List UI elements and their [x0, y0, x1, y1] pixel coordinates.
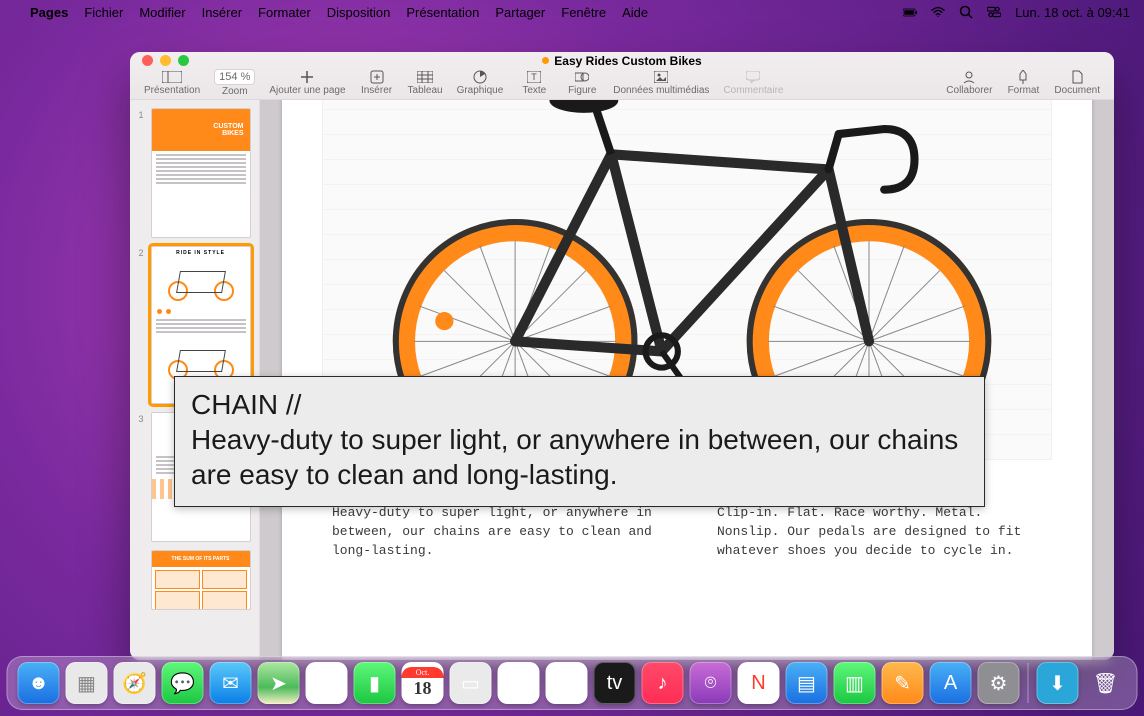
table-icon — [414, 70, 436, 84]
dock-numbers[interactable]: ▥ — [834, 662, 876, 704]
dock-contacts[interactable]: ▭ — [450, 662, 492, 704]
dock-launchpad[interactable]: ▦ — [66, 662, 108, 704]
menubar: Pages Fichier Modifier Insérer Formater … — [0, 0, 1144, 24]
dock-maps[interactable]: ➤ — [258, 662, 300, 704]
dock-reminders[interactable]: ☲ — [498, 662, 540, 704]
menu-edit[interactable]: Modifier — [139, 5, 185, 20]
hover-head: CHAIN // — [191, 387, 968, 422]
tool-shape[interactable]: Figure — [565, 70, 599, 96]
dock-finder[interactable]: ☻ — [18, 662, 60, 704]
tool-collab[interactable]: Collaborer — [946, 70, 992, 96]
maximize-button[interactable] — [178, 55, 189, 66]
dock-pages[interactable]: ✎ — [882, 662, 924, 704]
app-menu[interactable]: Pages — [30, 5, 68, 20]
menu-format[interactable]: Formater — [258, 5, 311, 20]
page-number: 2 — [139, 248, 147, 258]
menu-layout[interactable]: Disposition — [327, 5, 391, 20]
dock-separator — [1028, 663, 1029, 703]
window-controls — [142, 55, 189, 66]
chart-icon — [469, 70, 491, 84]
dock-tv[interactable]: tv — [594, 662, 636, 704]
document-icon — [1066, 70, 1088, 84]
comment-icon — [742, 70, 764, 84]
hover-body: Heavy-duty to super light, or anywhere i… — [191, 422, 968, 492]
thumbnail-page-4[interactable]: THE SUM OF ITS PARTS — [151, 550, 251, 610]
tool-chart[interactable]: Graphique — [457, 70, 504, 96]
tool-insert[interactable]: Insérer — [360, 70, 394, 96]
text-icon: T — [523, 70, 545, 84]
pedals-body: Clip-in. Flat. Race worthy. Metal. Nonsl… — [717, 504, 1042, 561]
dock-trash[interactable]: 🗑 — [1085, 662, 1127, 704]
format-icon — [1012, 70, 1034, 84]
document-title: Easy Rides Custom Bikes — [554, 54, 701, 68]
spotlight-icon[interactable] — [959, 5, 973, 19]
dock-facetime[interactable]: ▮ — [354, 662, 396, 704]
page-number: 1 — [139, 110, 147, 120]
dock-calendar[interactable]: Oct.18 — [402, 662, 444, 704]
dock-photos[interactable]: ✿ — [306, 662, 348, 704]
tool-format[interactable]: Format — [1006, 70, 1040, 96]
dock-notes[interactable]: ✎ — [546, 662, 588, 704]
battery-icon[interactable] — [903, 5, 917, 19]
thumbnail-page-1[interactable]: CUSTOMBIKES — [151, 108, 251, 238]
toolbar: Présentation 154 % Zoom Ajouter une page… — [130, 69, 1114, 99]
menu-window[interactable]: Fenêtre — [561, 5, 606, 20]
tool-addpage[interactable]: Ajouter une page — [269, 70, 345, 96]
zoom-value: 154 % — [214, 69, 255, 85]
menu-share[interactable]: Partager — [495, 5, 545, 20]
titlebar: Easy Rides Custom Bikes Présentation 154… — [130, 52, 1114, 100]
edited-indicator — [542, 57, 549, 64]
dock: ☻ ▦ 🧭 💬 ✉︎ ➤ ✿ ▮ Oct.18 ▭ ☲ ✎ tv ♪ ⌾ N ▤… — [7, 656, 1138, 710]
close-button[interactable] — [142, 55, 153, 66]
clock[interactable]: Lun. 18 oct. à 09:41 — [1015, 5, 1130, 20]
dock-podcasts[interactable]: ⌾ — [690, 662, 732, 704]
tool-text[interactable]: T Texte — [517, 70, 551, 96]
view-icon — [161, 70, 183, 84]
dock-mail[interactable]: ✉︎ — [210, 662, 252, 704]
tool-document[interactable]: Document — [1054, 70, 1100, 96]
dock-messages[interactable]: 💬 — [162, 662, 204, 704]
media-icon — [650, 70, 672, 84]
plus-icon — [296, 70, 318, 84]
page-number: 3 — [139, 414, 147, 424]
svg-text:T: T — [532, 72, 538, 82]
chain-body: Heavy-duty to super light, or anywhere i… — [332, 504, 657, 561]
tool-table[interactable]: Tableau — [408, 70, 443, 96]
tool-zoom[interactable]: 154 % Zoom — [214, 69, 255, 97]
minimize-button[interactable] — [160, 55, 171, 66]
shape-icon — [571, 70, 593, 84]
dock-safari[interactable]: 🧭 — [114, 662, 156, 704]
dock-preferences[interactable]: ⚙︎ — [978, 662, 1020, 704]
collab-icon — [958, 70, 980, 84]
tool-media[interactable]: Données multimédias — [613, 70, 709, 96]
dock-music[interactable]: ♪ — [642, 662, 684, 704]
insert-icon — [366, 70, 388, 84]
dock-appstore[interactable]: A — [930, 662, 972, 704]
tool-comment[interactable]: Commentaire — [723, 70, 783, 96]
menu-help[interactable]: Aide — [622, 5, 648, 20]
control-center-icon[interactable] — [987, 5, 1001, 19]
dock-downloads[interactable]: ⬇︎ — [1037, 662, 1079, 704]
pages-window: Easy Rides Custom Bikes Présentation 154… — [130, 52, 1114, 660]
dock-news[interactable]: N — [738, 662, 780, 704]
dock-keynote[interactable]: ▤ — [786, 662, 828, 704]
tool-view[interactable]: Présentation — [144, 70, 200, 96]
menu-file[interactable]: Fichier — [84, 5, 123, 20]
hover-text-overlay: CHAIN // Heavy-duty to super light, or a… — [174, 376, 985, 507]
wifi-icon[interactable] — [931, 5, 945, 19]
menu-insert[interactable]: Insérer — [202, 5, 242, 20]
menu-view[interactable]: Présentation — [406, 5, 479, 20]
